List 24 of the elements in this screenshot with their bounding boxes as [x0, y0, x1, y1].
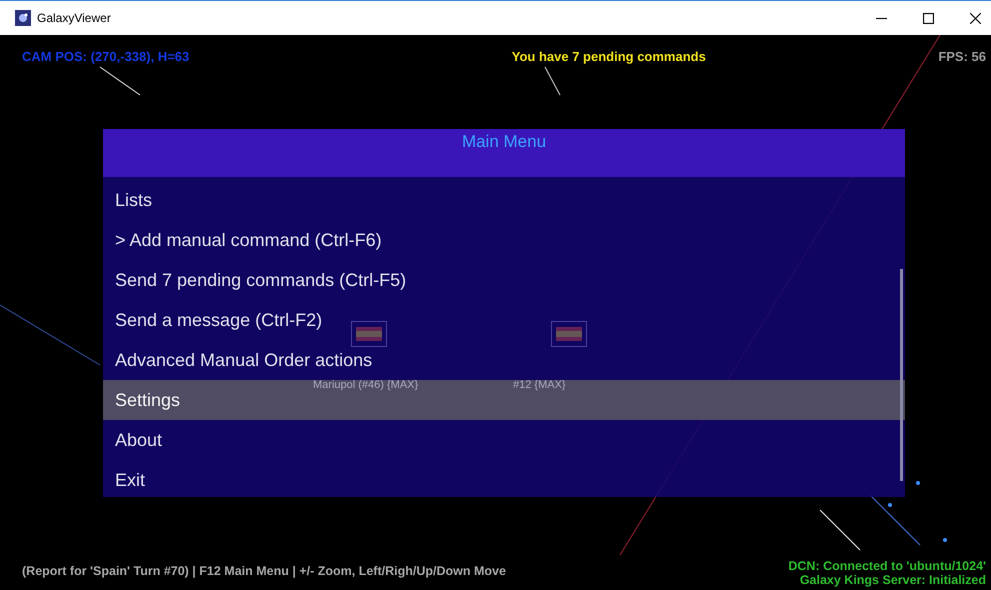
menu-item[interactable]: Settings: [115, 389, 180, 411]
menu-item[interactable]: Lists: [115, 189, 152, 211]
pending-commands-notice: You have 7 pending commands: [512, 49, 706, 64]
server-status: Galaxy Kings Server: Initialized: [800, 573, 986, 587]
menu-item[interactable]: Send a message (Ctrl-F2): [115, 309, 322, 331]
help-text: (Report for 'Spain' Turn #70) | F12 Main Menu | +/- Zoom, Left/Righ/Up/Down Move: [22, 564, 506, 578]
fps-counter: FPS: 56: [938, 49, 986, 64]
flag-icon: [551, 321, 587, 347]
connection-status: DCN: Connected to 'ubuntu/1024': [788, 559, 986, 573]
planet-label: Mariupol (#46) {MAX}: [313, 379, 418, 391]
close-icon[interactable]: [968, 12, 983, 24]
menu-item[interactable]: > Add manual command (Ctrl-F6): [115, 229, 382, 251]
app-icon: [15, 10, 31, 26]
window-title: GalaxyViewer: [37, 11, 111, 25]
menu-item[interactable]: About: [115, 429, 162, 451]
scrollbar[interactable]: [900, 269, 903, 481]
camera-position: CAM POS: (270,-338), H=63: [22, 49, 190, 64]
menu-item[interactable]: Send 7 pending commands (Ctrl-F5): [115, 269, 406, 291]
flag-icon: [351, 321, 387, 347]
maximize-icon[interactable]: [921, 12, 936, 24]
menu-item[interactable]: Advanced Manual Order actions: [115, 349, 372, 371]
menu-title: Main Menu: [103, 129, 905, 177]
menu-item[interactable]: Exit: [115, 469, 146, 491]
planet-label: #12 {MAX}: [513, 379, 566, 391]
